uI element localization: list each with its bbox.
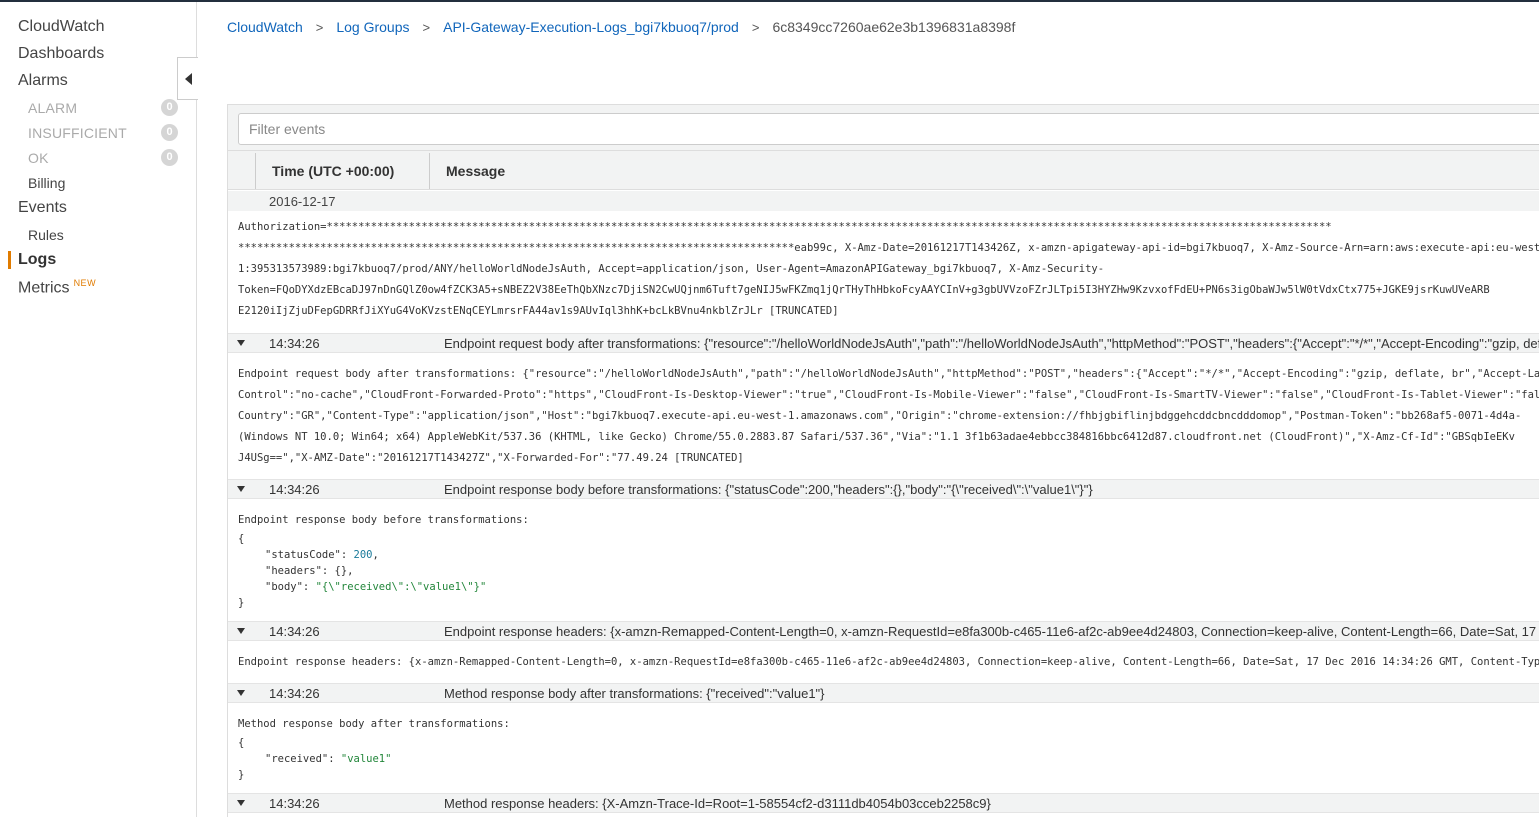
event-detail-line: Endpoint request body after transformati… — [238, 368, 1539, 380]
sidebar-item-events[interactable]: Events — [18, 199, 67, 217]
sidebar-item-billing[interactable]: Billing — [28, 175, 65, 191]
log-event-row[interactable]: 14:34:26 Method response headers: {X-Amz… — [228, 793, 1539, 813]
alarm-count-badge: 0 — [161, 99, 178, 116]
event-time: 14:34:26 — [269, 336, 320, 351]
event-detail-line: ****************************************… — [238, 242, 1539, 254]
date-group-row: 2016-12-17 — [228, 191, 1539, 211]
filter-bar — [228, 105, 1539, 150]
json-string: "{\"received\":\"value1\"}" — [315, 581, 487, 593]
breadcrumb-log-stream: 6c8349cc7260ae62e3b1396831a8398f — [772, 19, 1016, 35]
breadcrumb: CloudWatch > Log Groups > API-Gateway-Ex… — [227, 19, 1015, 35]
json-key: "statusCode": — [265, 549, 348, 561]
sidebar-item-insufficient-state[interactable]: INSUFFICIENT — [28, 125, 127, 141]
breadcrumb-separator: > — [315, 19, 324, 35]
caret-down-icon[interactable] — [237, 690, 245, 696]
sidebar-item-ok-state[interactable]: OK — [28, 150, 49, 166]
log-event-row[interactable]: 14:34:26 Method response body after tran… — [228, 683, 1539, 703]
column-header-message[interactable]: Message — [446, 163, 505, 179]
event-message: Method response body after transformatio… — [444, 686, 825, 701]
log-event-row[interactable]: 14:34:26 Endpoint response headers: {x-a… — [228, 621, 1539, 641]
event-detail-line: Country":"GR","Content-Type":"applicatio… — [238, 410, 1522, 422]
active-indicator — [8, 251, 11, 269]
event-detail-line: J4USg==","X-AMZ-Date":"20161217T143427Z"… — [238, 452, 744, 464]
sidebar-item-cloudwatch[interactable]: CloudWatch — [18, 18, 105, 36]
breadcrumb-log-groups[interactable]: Log Groups — [336, 19, 409, 35]
event-detail-line: Token=FQoDYXdzEBcaDJ97nDnGQlZ0ow4fZCK3A5… — [238, 284, 1490, 296]
column-divider — [255, 153, 256, 189]
event-time: 14:34:26 — [269, 796, 320, 811]
json-line-statuscode: "statusCode": 200, — [265, 549, 379, 561]
sidebar-item-metrics-label: Metrics — [18, 279, 70, 297]
json-open-brace: { — [238, 533, 245, 545]
sidebar-item-alarm-state[interactable]: ALARM — [28, 100, 77, 116]
json-comma: , — [372, 549, 379, 561]
json-open-brace: { — [238, 737, 245, 749]
json-close-brace: } — [238, 769, 245, 781]
caret-down-icon[interactable] — [237, 800, 245, 806]
breadcrumb-separator: > — [751, 19, 760, 35]
insufficient-count-badge: 0 — [161, 124, 178, 141]
event-message: Endpoint request body after transformati… — [444, 336, 1539, 351]
collapse-sidebar-button[interactable] — [177, 57, 198, 100]
log-event-row[interactable]: 14:34:26 Endpoint response body before t… — [228, 479, 1539, 499]
event-message: Endpoint response body before transforma… — [444, 482, 1093, 497]
json-line-headers: "headers": {}, — [265, 565, 354, 577]
ok-count-badge: 0 — [161, 149, 178, 166]
event-detail-line: Control":"no-cache","CloudFront-Forwarde… — [238, 389, 1539, 401]
caret-down-icon[interactable] — [237, 628, 245, 634]
json-line-received: "received": "value1" — [265, 753, 391, 765]
breadcrumb-cloudwatch[interactable]: CloudWatch — [227, 19, 303, 35]
column-divider — [429, 153, 430, 189]
event-detail-line: 1:395313573989:bgi7kbuoq7/prod/ANY/hello… — [238, 263, 1105, 275]
event-detail-line: Endpoint response headers: {x-amzn-Remap… — [238, 656, 1539, 668]
breadcrumb-log-group[interactable]: API-Gateway-Execution-Logs_bgi7kbuoq7/pr… — [443, 19, 739, 35]
json-key: "body": — [265, 581, 310, 593]
event-detail-title: Method response body after transformatio… — [238, 718, 510, 730]
sidebar-item-rules[interactable]: Rules — [28, 227, 64, 243]
sidebar-item-dashboards[interactable]: Dashboards — [18, 45, 104, 63]
top-border — [0, 0, 1539, 2]
sidebar-item-alarms[interactable]: Alarms — [18, 72, 68, 90]
json-close-brace: } — [238, 597, 245, 609]
json-string: "value1" — [340, 753, 392, 765]
filter-events-input[interactable] — [238, 113, 1539, 145]
log-events-panel: Time (UTC +00:00) Message 2016-12-17 Aut… — [227, 104, 1539, 817]
event-detail-line: E2120iIjZjuDFepGDRRfJiXYuG4VoKVzstENqCEY… — [238, 305, 839, 317]
json-line-body: "body": "{\"received\":\"value1\"}" — [265, 581, 486, 593]
log-event-row[interactable]: 14:34:26 Endpoint request body after tra… — [228, 333, 1539, 353]
event-message: Method response headers: {X-Amzn-Trace-I… — [444, 796, 991, 811]
new-badge: NEW — [73, 278, 97, 288]
table-header: Time (UTC +00:00) Message — [228, 150, 1539, 190]
column-header-time[interactable]: Time (UTC +00:00) — [272, 163, 394, 179]
json-number: 200 — [353, 549, 373, 561]
event-message: Endpoint response headers: {x-amzn-Remap… — [444, 624, 1539, 639]
caret-down-icon[interactable] — [237, 340, 245, 346]
json-key: "received": — [265, 753, 335, 765]
event-detail-line: (Windows NT 10.0; Win64; x64) AppleWebKi… — [238, 431, 1515, 443]
event-time: 14:34:26 — [269, 482, 320, 497]
event-time: 14:34:26 — [269, 624, 320, 639]
sidebar-item-logs[interactable]: Logs — [18, 251, 56, 269]
event-time: 14:34:26 — [269, 686, 320, 701]
event-detail-line: Authorization=**************************… — [238, 221, 1332, 233]
chevron-left-icon — [184, 72, 192, 85]
event-detail-title: Endpoint response body before transforma… — [238, 514, 529, 526]
sidebar: CloudWatch Dashboards Alarms ALARM 0 INS… — [0, 2, 197, 817]
breadcrumb-separator: > — [422, 19, 431, 35]
caret-down-icon[interactable] — [237, 486, 245, 492]
sidebar-item-metrics[interactable]: Metrics NEW — [18, 278, 96, 297]
date-group-label: 2016-12-17 — [269, 194, 336, 209]
